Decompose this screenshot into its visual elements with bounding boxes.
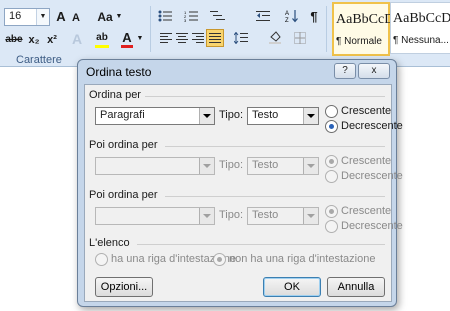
- change-case-icon[interactable]: Aa: [96, 8, 114, 26]
- no-header-radio[interactable]: [213, 253, 226, 266]
- borders-icon[interactable]: [294, 32, 306, 44]
- font-size-value: 16: [9, 10, 22, 22]
- close-button[interactable]: x: [358, 63, 390, 79]
- shrink-font-icon[interactable]: A: [70, 9, 82, 27]
- dialog-body: Ordina per Paragrafi Tipo: Testo Crescen…: [84, 84, 403, 302]
- sort-by-type-select[interactable]: Testo: [247, 107, 319, 125]
- help-button[interactable]: ?: [334, 63, 356, 79]
- superscript-icon[interactable]: x²: [44, 31, 60, 49]
- style-sample: AaBbCcD: [336, 12, 395, 27]
- pilcrow-icon[interactable]: ¶: [308, 8, 320, 26]
- chevron-down-icon[interactable]: [303, 158, 318, 174]
- chevron-down-icon[interactable]: [303, 208, 318, 224]
- chevron-down-icon[interactable]: ▼: [115, 8, 123, 26]
- sort-by-type-value: Testo: [252, 109, 279, 121]
- descending-radio[interactable]: [325, 120, 338, 133]
- svg-text:Z: Z: [285, 18, 289, 23]
- sort-by-field-value: Paragrafi: [100, 109, 145, 121]
- then-by-type-select[interactable]: Testo: [247, 207, 319, 225]
- strikethrough-icon[interactable]: abe: [4, 31, 24, 49]
- divider: [165, 196, 385, 197]
- sort-by-label: Ordina per: [89, 89, 141, 101]
- style-name: ¶ Normale: [336, 36, 382, 47]
- sort-text-dialog: Ordina testo ? x Ordina per Paragrafi Ti…: [77, 59, 403, 307]
- style-sample: AaBbCcD: [393, 11, 450, 26]
- has-header-radio[interactable]: [95, 253, 108, 266]
- svg-text:3: 3: [184, 18, 187, 22]
- dialog-title: Ordina testo: [86, 65, 152, 79]
- justify-icon[interactable]: [206, 29, 224, 47]
- descending-label: Decrescente: [341, 120, 403, 132]
- descending-radio[interactable]: [325, 220, 338, 233]
- align-right-icon[interactable]: [192, 33, 204, 43]
- grow-font-icon[interactable]: A: [54, 8, 68, 26]
- decrease-indent-icon[interactable]: [256, 10, 270, 22]
- chevron-down-icon[interactable]: ▼: [36, 9, 49, 25]
- cancel-button[interactable]: Annulla: [327, 277, 385, 297]
- sort-icon[interactable]: AZ: [285, 9, 299, 24]
- style-normale[interactable]: AaBbCcD ¶ Normale: [332, 2, 394, 56]
- no-header-label: non ha una riga d'intestazione: [229, 253, 376, 265]
- list-label: L'elenco: [89, 237, 130, 249]
- bullets-icon[interactable]: [158, 10, 172, 22]
- then-by-type-value: Testo: [252, 209, 279, 221]
- font-color-icon[interactable]: A: [120, 29, 134, 48]
- style-nessuna[interactable]: AaBbCcD ¶ Nessuna...: [390, 2, 450, 54]
- ascending-label: Crescente: [341, 205, 392, 217]
- document-area: [0, 67, 82, 311]
- sort-by-field-select[interactable]: Paragrafi: [95, 107, 215, 125]
- align-center-icon[interactable]: [176, 33, 188, 43]
- numbering-icon[interactable]: 123: [184, 10, 198, 23]
- then-by-field-select[interactable]: [95, 157, 215, 175]
- document-area: [396, 67, 450, 311]
- multilevel-list-icon[interactable]: [210, 10, 226, 22]
- highlight-icon[interactable]: ab: [94, 29, 110, 48]
- type-label: Tipo:: [219, 209, 244, 221]
- divider: [165, 146, 385, 147]
- chevron-down-icon[interactable]: [199, 108, 214, 124]
- divider: [145, 96, 385, 97]
- divider: [137, 244, 385, 245]
- font-color-bar: [121, 45, 133, 48]
- ascending-label: Crescente: [341, 155, 392, 167]
- ribbon-separator: [150, 6, 151, 52]
- font-size-combo[interactable]: 16 ▼: [4, 8, 50, 26]
- descending-label: Decrescente: [341, 220, 403, 232]
- chevron-down-icon[interactable]: ▼: [136, 30, 144, 48]
- highlight-label: ab: [96, 32, 108, 43]
- ascending-radio[interactable]: [325, 105, 338, 118]
- ribbon: 16 ▼ A A Aa ▼ abe x₂ x² A ab A ▼ Caratte…: [0, 0, 450, 67]
- descending-radio[interactable]: [325, 170, 338, 183]
- chevron-down-icon[interactable]: [199, 158, 214, 174]
- then-by-type-select[interactable]: Testo: [247, 157, 319, 175]
- ribbon-separator: [326, 6, 327, 52]
- align-left-icon[interactable]: [160, 33, 172, 43]
- type-label: Tipo:: [219, 109, 244, 121]
- ascending-radio[interactable]: [325, 155, 338, 168]
- style-name: ¶ Nessuna...: [393, 35, 449, 46]
- ascending-radio[interactable]: [325, 205, 338, 218]
- options-button[interactable]: Opzioni...: [95, 277, 153, 297]
- close-icon: x: [371, 65, 377, 76]
- shading-icon[interactable]: [268, 31, 282, 45]
- group-label-carattere: Carattere: [16, 54, 62, 66]
- type-label: Tipo:: [219, 159, 244, 171]
- then-by-label: Poi ordina per: [89, 139, 158, 151]
- then-by-label: Poi ordina per: [89, 189, 158, 201]
- ok-button[interactable]: OK: [263, 277, 321, 297]
- subscript-icon[interactable]: x₂: [26, 31, 42, 49]
- highlight-color-bar: [95, 45, 109, 48]
- chevron-down-icon[interactable]: [303, 108, 318, 124]
- ascending-label: Crescente: [341, 105, 392, 117]
- chevron-down-icon[interactable]: [199, 208, 214, 224]
- then-by-field-select[interactable]: [95, 207, 215, 225]
- then-by-type-value: Testo: [252, 159, 279, 171]
- svg-text:A: A: [285, 11, 289, 17]
- font-color-label: A: [122, 30, 132, 45]
- descending-label: Decrescente: [341, 170, 403, 182]
- line-spacing-icon[interactable]: [233, 31, 248, 45]
- text-effects-icon[interactable]: A: [70, 30, 84, 48]
